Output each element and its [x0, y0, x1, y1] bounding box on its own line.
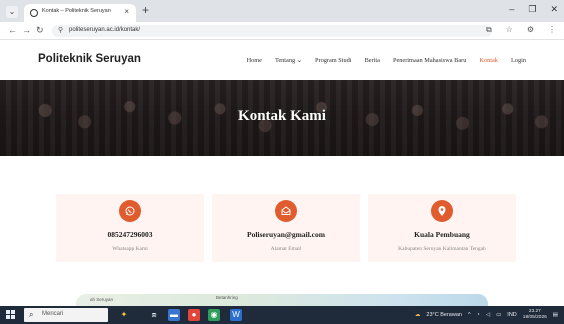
- site-info-icon[interactable]: ⚲: [58, 26, 63, 34]
- whatsapp-icon: [119, 200, 141, 222]
- back-icon[interactable]: ←: [8, 25, 17, 35]
- weather-widget-icon[interactable]: ✦: [118, 309, 130, 321]
- taskbar-search[interactable]: ⌕ Mencari: [24, 308, 108, 322]
- contact-location-label: Kabupaten Seruyan Kalimantan Tengah: [398, 246, 486, 252]
- reload-icon[interactable]: ↻: [36, 25, 44, 36]
- contact-location: Kuala Pembuang: [414, 230, 470, 239]
- contact-email-label: Alamat Email: [270, 246, 302, 252]
- network-icon[interactable]: ◔: [477, 312, 480, 318]
- windows-start-icon[interactable]: [6, 310, 16, 320]
- search-icon: ⌕: [29, 310, 34, 319]
- toolbar-icons: ⧉ ☆ ⚙ ⋮: [486, 25, 556, 35]
- page-title: Kontak Kami: [238, 108, 326, 124]
- keyboard-icon[interactable]: ▭: [496, 312, 501, 318]
- url-text[interactable]: politeseruyan.ac.id/kontak/: [69, 27, 140, 33]
- tab-title: Kontak – Politeknik Seruyan: [42, 8, 111, 14]
- word-icon[interactable]: W: [230, 309, 242, 321]
- map-label: Betanhring: [216, 295, 238, 300]
- notification-icon[interactable]: ▤: [553, 312, 558, 318]
- maximize-button[interactable]: ❐: [528, 4, 536, 15]
- contact-card-email: Poliseruyan@gmail.com Alamat Email: [212, 194, 360, 262]
- contact-phone-label: Whatsapp Kami: [112, 246, 148, 252]
- nav-item-kontak[interactable]: Kontak: [479, 57, 498, 64]
- tab-search-icon[interactable]: ⌄: [6, 6, 18, 18]
- map-label: ah Seruyan: [90, 297, 114, 302]
- email-icon: [275, 200, 297, 222]
- extensions-icon[interactable]: ⚙: [527, 25, 534, 35]
- contact-card-location: Kuala Pembuang Kabupaten Seruyan Kaliman…: [368, 194, 516, 262]
- menu-dots-icon[interactable]: ⋮: [548, 25, 556, 35]
- nav-item-login[interactable]: Login: [511, 57, 526, 64]
- site-header: Politeknik Seruyan Home Tentang ⌄ Progra…: [0, 40, 564, 80]
- browser-tab[interactable]: Kontak – Politeknik Seruyan ×: [24, 4, 136, 22]
- new-tab-button[interactable]: +: [142, 3, 149, 17]
- browser-tab-strip: ⌄ Kontak – Politeknik Seruyan × + – ❐ ✕: [0, 0, 564, 22]
- hero-banner: Kontak Kami: [0, 80, 564, 156]
- forward-icon[interactable]: →: [22, 25, 31, 35]
- volume-icon[interactable]: ◁: [486, 312, 490, 318]
- language-indicator[interactable]: IND: [507, 312, 516, 318]
- window-controls: – ❐ ✕: [509, 4, 558, 15]
- clock-date: 18/05/2026: [522, 315, 547, 320]
- contact-card-whatsapp: 085247296003 Whatsapp Kami: [56, 194, 204, 262]
- app-icon[interactable]: ●: [188, 309, 200, 321]
- file-explorer-icon[interactable]: ▬: [168, 309, 180, 321]
- system-tray: ☁ 23°C Berawan ^ ◔ ◁ ▭ IND 23.27 18/05/2…: [415, 308, 558, 322]
- translate-icon[interactable]: ⧉: [486, 25, 492, 35]
- tab-close-icon[interactable]: ×: [124, 7, 129, 16]
- nav-item-berita[interactable]: Berita: [365, 57, 380, 64]
- nav-item-penerimaan[interactable]: Penerimaan Mahasiswa Baru: [393, 57, 466, 64]
- site-brand[interactable]: Politeknik Seruyan: [38, 53, 141, 65]
- weather-icon: ☁: [414, 312, 421, 318]
- embedded-map[interactable]: ah Seruyan Betanhring: [76, 294, 488, 306]
- clock[interactable]: 23.27 18/05/2026: [523, 309, 547, 321]
- nav-item-program-studi[interactable]: Program Studi: [315, 57, 352, 64]
- windows-taskbar: ⌕ Mencari ✦ ⧈ ▬ ● ◉ W ☁ 23°C Berawan ^ ◔…: [0, 306, 564, 324]
- weather-text[interactable]: 23°C Berawan: [426, 312, 462, 318]
- location-pin-icon: [431, 200, 453, 222]
- tray-chevron-icon[interactable]: ^: [468, 312, 471, 318]
- contact-phone: 085247296003: [107, 230, 153, 239]
- bookmark-star-icon[interactable]: ☆: [506, 25, 513, 35]
- nav-item-home[interactable]: Home: [247, 57, 262, 64]
- browser-toolbar: ← → ↻ ⚲ politeseruyan.ac.id/kontak/ ⧉ ☆ …: [0, 22, 564, 40]
- minimize-button[interactable]: –: [509, 4, 514, 15]
- taskbar-search-input[interactable]: Mencari: [42, 311, 63, 317]
- address-bar[interactable]: ⚲ politeseruyan.ac.id/kontak/: [52, 25, 492, 37]
- close-window-button[interactable]: ✕: [550, 4, 558, 15]
- chrome-icon[interactable]: ◉: [208, 309, 220, 321]
- nav-item-tentang[interactable]: Tentang ⌄: [275, 57, 302, 64]
- main-nav: Home Tentang ⌄ Program Studi Berita Pene…: [247, 57, 526, 64]
- task-view-icon[interactable]: ⧈: [148, 309, 160, 321]
- favicon-icon: [30, 9, 38, 17]
- contact-email: Poliseruyan@gmail.com: [246, 230, 325, 239]
